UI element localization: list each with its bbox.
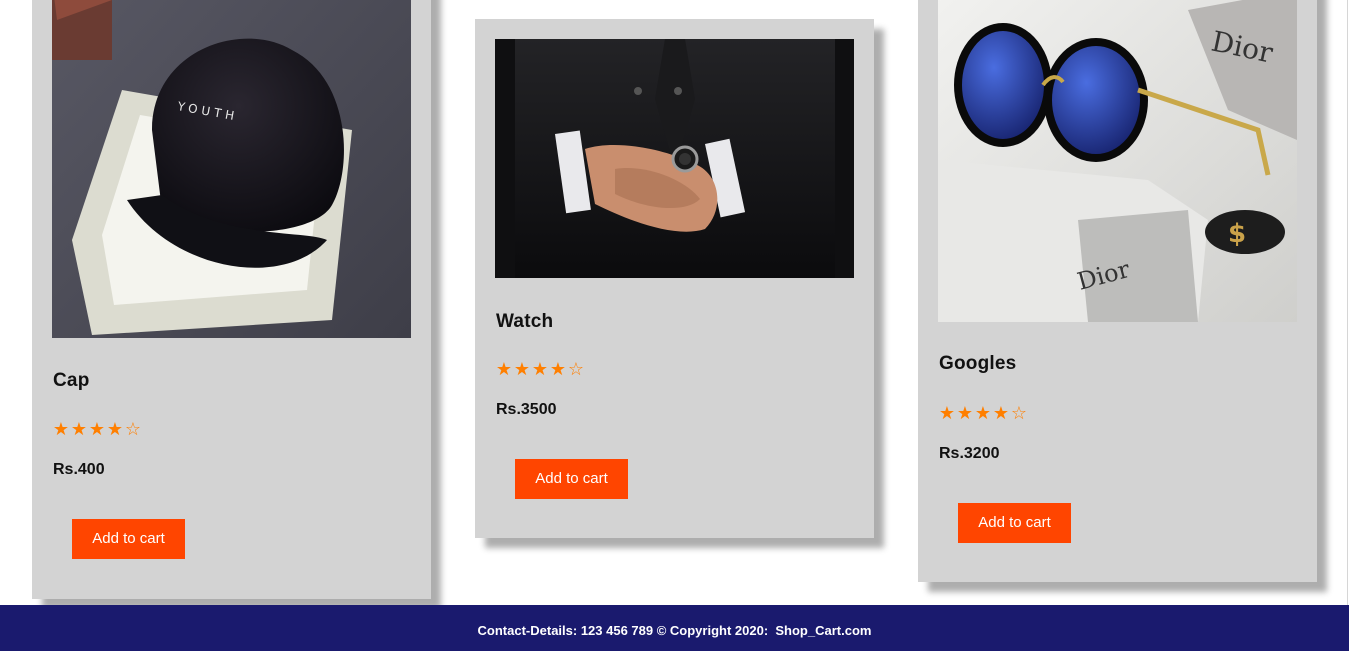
star-icon: ★ — [938, 403, 956, 423]
product-page: YOUTH Cap ★ ★ ★ ★ ☆ Rs.400 Add to cart W… — [0, 0, 1350, 651]
add-to-cart-button[interactable]: Add to cart — [958, 503, 1071, 543]
product-title: Googles — [939, 353, 1017, 374]
add-to-cart-button[interactable]: Add to cart — [515, 459, 628, 499]
star-icon: ★ — [956, 403, 974, 423]
product-price: Rs.3500 — [496, 401, 557, 418]
product-image-watch — [495, 39, 854, 278]
star-icon: ★ — [70, 419, 88, 439]
star-icon: ★ — [974, 403, 992, 423]
product-price: Rs.400 — [53, 461, 105, 478]
star-icon: ★ — [992, 403, 1010, 423]
product-price: Rs.3200 — [939, 445, 1000, 462]
star-icon: ★ — [106, 419, 124, 439]
page-edge-divider — [1347, 0, 1348, 651]
svg-text:$: $ — [1228, 219, 1246, 249]
star-icon: ★ — [549, 359, 567, 379]
star-icon: ★ — [495, 359, 513, 379]
add-to-cart-button[interactable]: Add to cart — [72, 519, 185, 559]
star-icon: ★ — [513, 359, 531, 379]
star-icon: ★ — [52, 419, 70, 439]
star-outline-icon: ☆ — [1010, 403, 1028, 423]
rating-stars: ★ ★ ★ ★ ☆ — [938, 403, 1028, 424]
product-image-cap: YOUTH — [52, 0, 411, 338]
product-card-googles: Dior Dior $ Googles ★ ★ ★ ★ ☆ Rs.3200 Add to… — [918, 0, 1317, 582]
star-outline-icon: ☆ — [124, 419, 142, 439]
rating-stars: ★ ★ ★ ★ ☆ — [52, 419, 142, 440]
product-image-googles: Dior Dior $ — [938, 0, 1297, 322]
rating-stars: ★ ★ ★ ★ ☆ — [495, 359, 585, 380]
product-title: Cap — [53, 370, 90, 391]
star-icon: ★ — [88, 419, 106, 439]
product-card-watch: Watch ★ ★ ★ ★ ☆ Rs.3500 Add to cart — [475, 19, 874, 538]
product-title: Watch — [496, 311, 554, 332]
star-icon: ★ — [531, 359, 549, 379]
star-outline-icon: ☆ — [567, 359, 585, 379]
product-card-cap: YOUTH Cap ★ ★ ★ ★ ☆ Rs.400 Add to cart — [32, 0, 431, 599]
site-footer: Contact-Details: 123 456 789 © Copyright… — [0, 605, 1349, 651]
